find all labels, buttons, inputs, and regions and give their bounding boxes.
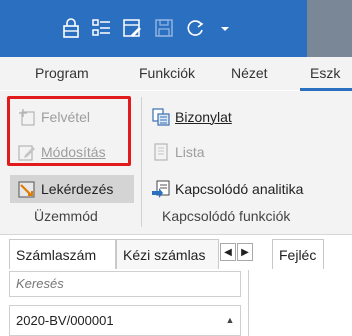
dropdown-arrow-icon[interactable] xyxy=(214,17,236,39)
linked-analytics-icon xyxy=(152,180,170,198)
scroll-up-arrow-icon[interactable]: ▲ xyxy=(223,309,237,331)
title-bar xyxy=(0,0,352,57)
lekerdezes-label: Lekérdezés xyxy=(41,181,114,197)
tab-szamlaszam[interactable]: Számlaszám xyxy=(9,239,116,269)
modositas-label: Módosítás xyxy=(41,144,106,160)
tab-kezi-szamlaszam[interactable]: Kézi számlas xyxy=(116,239,219,269)
query-icon xyxy=(18,181,35,198)
list-item[interactable]: 2020-BV/000001 xyxy=(9,305,241,336)
modositas-button[interactable]: Módosítás xyxy=(17,138,106,166)
tab-szamlaszam-label: Számlaszám xyxy=(16,247,97,263)
ribbon: Felvétel Módosítás Lekérdezés Bizonylat xyxy=(0,91,352,235)
felvetel-label: Felvétel xyxy=(41,109,91,125)
tab-scroll-left-button[interactable]: ◀ xyxy=(220,243,236,261)
tab-scroll-right-button[interactable]: ▶ xyxy=(237,243,253,261)
refresh-icon[interactable] xyxy=(184,17,206,39)
edit-record-icon xyxy=(18,145,35,161)
tab-fejlec-label: Fejléc xyxy=(279,247,317,263)
kapcsolodo-analitika-button[interactable]: Kapcsolódó analitika xyxy=(151,175,303,203)
lekerdezes-button[interactable]: Lekérdezés xyxy=(17,175,113,203)
kapcsolodo-analitika-label: Kapcsolódó analitika xyxy=(175,181,304,197)
felvetel-button[interactable]: Felvétel xyxy=(17,103,90,131)
list-document-icon xyxy=(154,143,168,161)
document-icon xyxy=(152,108,170,126)
tab-fejlec[interactable]: Fejléc xyxy=(272,239,324,269)
panel-divider xyxy=(248,270,249,336)
lista-label: Lista xyxy=(175,144,205,160)
tab-row: Számlaszám Kézi számlas ◀ ▶ Fejléc xyxy=(0,235,352,271)
bizonylat-button[interactable]: Bizonylat xyxy=(151,103,232,131)
ribbon-separator xyxy=(141,97,142,227)
list-item-value: 2020-BV/000001 xyxy=(16,313,114,328)
list-icon[interactable] xyxy=(90,17,112,39)
group-label-kapcsolodo-funkciok: Kapcsolódó funkciók xyxy=(162,208,291,224)
save-icon[interactable] xyxy=(153,17,175,39)
tab-kezi-label: Kézi számlas xyxy=(123,247,206,263)
menu-funkciok[interactable]: Funkciók xyxy=(139,57,195,90)
menu-bar: Program Funkciók Nézet Eszk xyxy=(0,57,352,90)
menu-nezet[interactable]: Nézet xyxy=(231,57,268,90)
lista-button[interactable]: Lista xyxy=(151,138,205,166)
title-bar-right-region xyxy=(307,0,352,57)
edit-form-icon[interactable] xyxy=(121,17,143,39)
bizonylat-label: Bizonylat xyxy=(175,109,232,125)
menu-program[interactable]: Program xyxy=(35,57,89,90)
menu-eszkozok[interactable]: Eszk xyxy=(310,57,340,90)
add-record-icon xyxy=(19,109,35,126)
group-label-uzemmod: Üzemmód xyxy=(34,208,98,224)
lock-icon[interactable] xyxy=(60,17,82,39)
search-input[interactable]: Keresés xyxy=(9,271,241,297)
